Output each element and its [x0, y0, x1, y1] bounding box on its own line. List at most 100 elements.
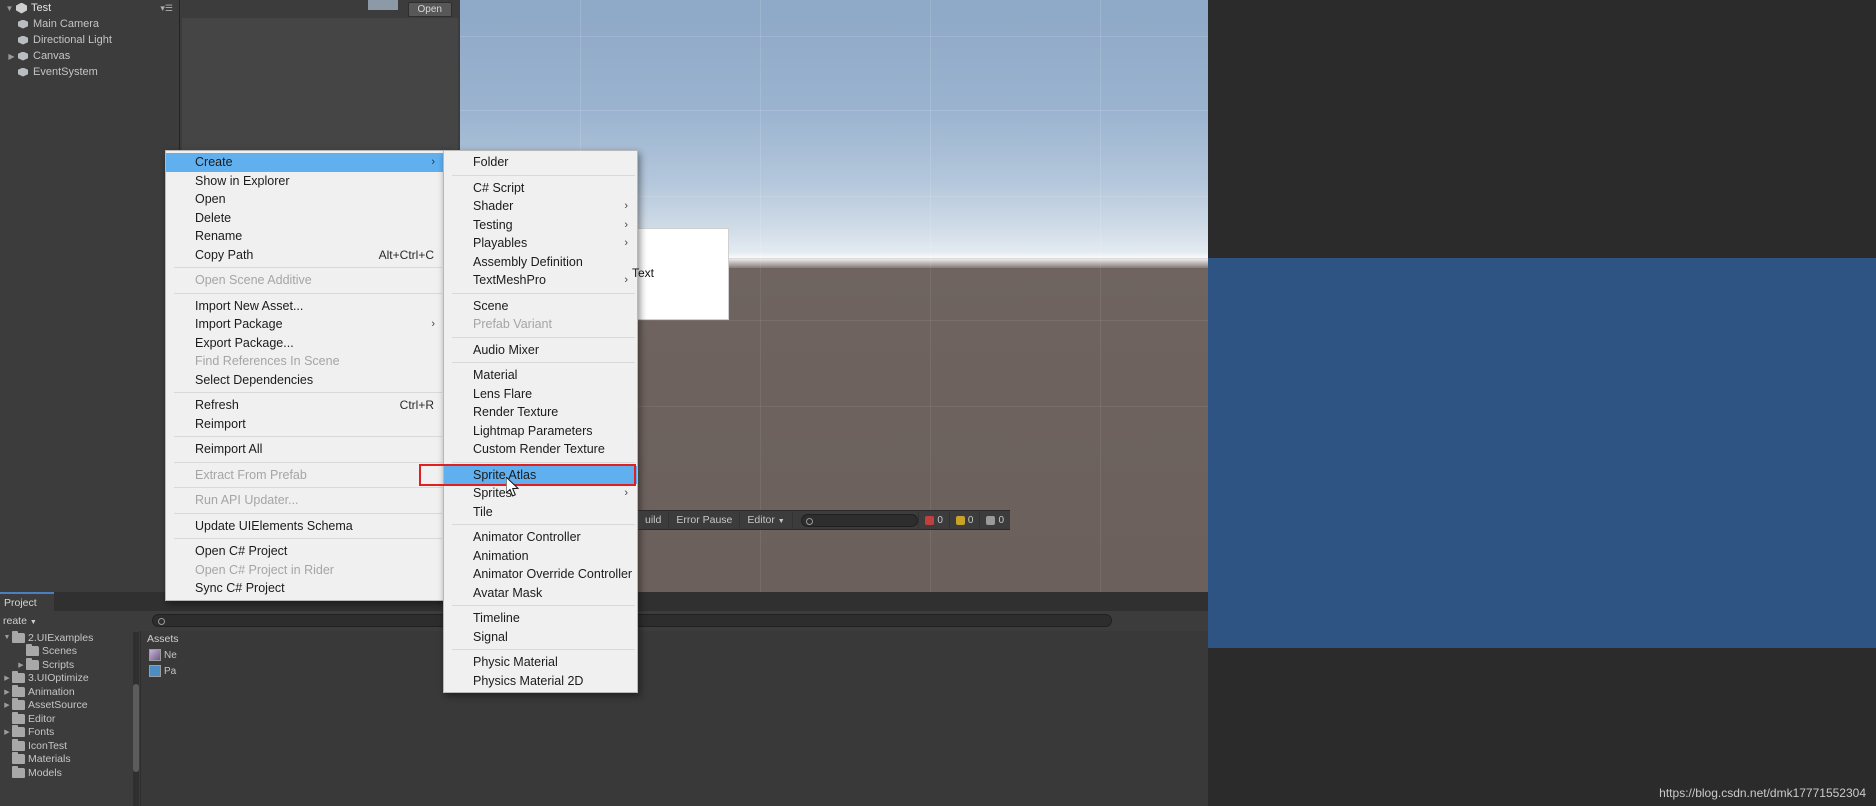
scrollbar-thumb[interactable]	[133, 684, 139, 772]
menu-item-render-texture[interactable]: Render Texture	[444, 403, 637, 422]
list-item[interactable]: Pa	[149, 665, 176, 677]
menu-item-label: Delete	[195, 210, 232, 225]
chevron-right-icon[interactable]: ▶	[2, 728, 12, 736]
menu-item-update-uielements-schema[interactable]: Update UIElements Schema	[166, 517, 444, 536]
menu-item-signal[interactable]: Signal	[444, 628, 637, 647]
chevron-right-icon[interactable]: ▶	[6, 52, 17, 61]
menu-item-sprites[interactable]: Sprites ›	[444, 484, 637, 503]
menu-item-animator-override-controller[interactable]: Animator Override Controller	[444, 565, 637, 584]
menu-item-sync-c-project[interactable]: Sync C# Project	[166, 579, 444, 598]
scene-name: Test	[31, 2, 52, 14]
menu-item-physic-material[interactable]: Physic Material	[444, 653, 637, 672]
menu-item-shader[interactable]: Shader ›	[444, 197, 637, 216]
list-item[interactable]: Ne	[149, 649, 177, 661]
menu-item-scene[interactable]: Scene	[444, 297, 637, 316]
menu-item-playables[interactable]: Playables ›	[444, 234, 637, 253]
menu-item-delete[interactable]: Delete	[166, 209, 444, 228]
menu-item-select-dependencies[interactable]: Select Dependencies	[166, 371, 444, 390]
menu-item-label: Animator Override Controller	[473, 567, 633, 581]
project-tree-item[interactable]: ▶ Fonts	[0, 725, 140, 740]
chevron-down-icon[interactable]: ▼	[4, 4, 15, 13]
chevron-right-icon[interactable]: ▶	[2, 674, 12, 682]
project-tree-item[interactable]: IconTest	[0, 738, 140, 753]
menu-item-assembly-definition[interactable]: Assembly Definition	[444, 253, 637, 272]
menu-item-find-references-in-scene: Find References In Scene	[166, 352, 444, 371]
chevron-right-icon: ›	[624, 218, 628, 231]
error-count[interactable]: 0	[918, 512, 949, 528]
editor-dropdown[interactable]: Editor ▼	[740, 512, 793, 528]
menu-item-label: Timeline	[473, 611, 520, 625]
menu-item-import-package[interactable]: Import Package ›	[166, 315, 444, 334]
chevron-right-icon[interactable]: ▶	[2, 701, 12, 709]
menu-separator	[174, 512, 442, 514]
error-pause-button[interactable]: Error Pause	[669, 512, 741, 528]
menu-item-reimport-all[interactable]: Reimport All	[166, 440, 444, 459]
menu-item-label: Custom Render Texture	[473, 442, 605, 456]
info-icon	[986, 515, 996, 525]
menu-item-animation[interactable]: Animation	[444, 547, 637, 566]
canvas-text-label: Text	[632, 266, 655, 280]
open-button[interactable]: Open	[407, 2, 452, 17]
menu-item-extract-from-prefab: Extract From Prefab	[166, 466, 444, 485]
project-create-dropdown[interactable]: reate ▼	[0, 615, 37, 627]
menu-item-run-api-updater: Run API Updater...	[166, 491, 444, 510]
menu-item-label: Open C# Project	[195, 544, 288, 558]
menu-item-copy-path[interactable]: Copy Path Alt+Ctrl+C	[166, 246, 444, 265]
menu-item-timeline[interactable]: Timeline	[444, 609, 637, 628]
menu-item-lightmap-parameters[interactable]: Lightmap Parameters	[444, 422, 637, 441]
chevron-right-icon[interactable]: ▶	[2, 688, 12, 696]
menu-item-textmeshpro[interactable]: TextMeshPro ›	[444, 271, 637, 290]
menu-item-c-script[interactable]: C# Script	[444, 179, 637, 198]
menu-item-reimport[interactable]: Reimport	[166, 415, 444, 434]
game-view[interactable]	[1208, 258, 1876, 648]
project-tree-item[interactable]: ▶ 3.UIOptimize	[0, 671, 140, 686]
menu-item-rename[interactable]: Rename	[166, 227, 444, 246]
chevron-down-icon[interactable]: ▼	[2, 634, 12, 641]
hierarchy-scene-row[interactable]: ▼ Test ▾☰	[0, 0, 179, 16]
create-submenu[interactable]: Folder C# Script Shader › Testing › Playables ›…	[443, 150, 638, 693]
menu-item-show-in-explorer[interactable]: Show in Explorer	[166, 172, 444, 191]
project-tree-item[interactable]: Materials	[0, 752, 140, 767]
menu-item-physics-material-2d[interactable]: Physics Material 2D	[444, 672, 637, 691]
menu-separator	[174, 392, 442, 393]
hamburger-icon[interactable]: ▾☰	[160, 3, 173, 14]
info-count[interactable]: 0	[979, 512, 1010, 528]
hierarchy-item-directional-light[interactable]: Directional Light	[0, 32, 179, 48]
project-tree-item[interactable]: ▶ Animation	[0, 684, 140, 699]
asset-label: Ne	[164, 649, 177, 661]
menu-item-refresh[interactable]: Refresh Ctrl+R	[166, 396, 444, 415]
menu-item-audio-mixer[interactable]: Audio Mixer	[444, 341, 637, 360]
menu-item-custom-render-texture[interactable]: Custom Render Texture	[444, 440, 637, 459]
warning-count[interactable]: 0	[948, 512, 980, 528]
menu-item-material[interactable]: Material	[444, 366, 637, 385]
project-tree-item[interactable]: Models	[0, 765, 140, 780]
console-search-input[interactable]	[800, 513, 919, 527]
project-tree-item[interactable]: Scenes	[0, 644, 140, 659]
project-tree-item[interactable]: ▼ 2.UIExamples	[0, 631, 140, 645]
menu-item-avatar-mask[interactable]: Avatar Mask	[444, 584, 637, 603]
project-tree-item[interactable]: ▶ AssetSource	[0, 698, 140, 713]
asset-context-menu[interactable]: Create › Show in Explorer Open Delete Rename C…	[165, 150, 445, 601]
menu-item-export-package[interactable]: Export Package...	[166, 334, 444, 353]
menu-item-label: Reimport	[195, 416, 246, 431]
menu-item-sprite-atlas[interactable]: Sprite Atlas	[444, 465, 637, 484]
menu-item-tile[interactable]: Tile	[444, 503, 637, 522]
menu-item-testing[interactable]: Testing ›	[444, 216, 637, 235]
hierarchy-item-eventsystem[interactable]: EventSystem	[0, 64, 179, 80]
project-tree-item[interactable]: Editor	[0, 711, 140, 726]
project-tree-item[interactable]: ▶ Scripts	[0, 657, 140, 672]
folder-icon	[12, 698, 25, 711]
menu-item-create[interactable]: Create ›	[166, 153, 444, 172]
project-tree-scrollbar[interactable]	[133, 632, 139, 806]
chevron-right-icon[interactable]: ▶	[16, 661, 26, 669]
menu-item-folder[interactable]: Folder	[444, 153, 637, 172]
menu-item-open[interactable]: Open	[166, 190, 444, 209]
menu-item-lens-flare[interactable]: Lens Flare	[444, 385, 637, 404]
hierarchy-item-main-camera[interactable]: Main Camera	[0, 16, 179, 32]
tab-project[interactable]: Project	[0, 592, 54, 611]
menu-item-animator-controller[interactable]: Animator Controller	[444, 528, 637, 547]
clear-on-build-button[interactable]: uild	[638, 512, 670, 528]
menu-item-open-c-project[interactable]: Open C# Project	[166, 542, 444, 561]
menu-item-import-new-asset[interactable]: Import New Asset...	[166, 297, 444, 316]
hierarchy-item-canvas[interactable]: ▶ Canvas	[0, 48, 179, 64]
